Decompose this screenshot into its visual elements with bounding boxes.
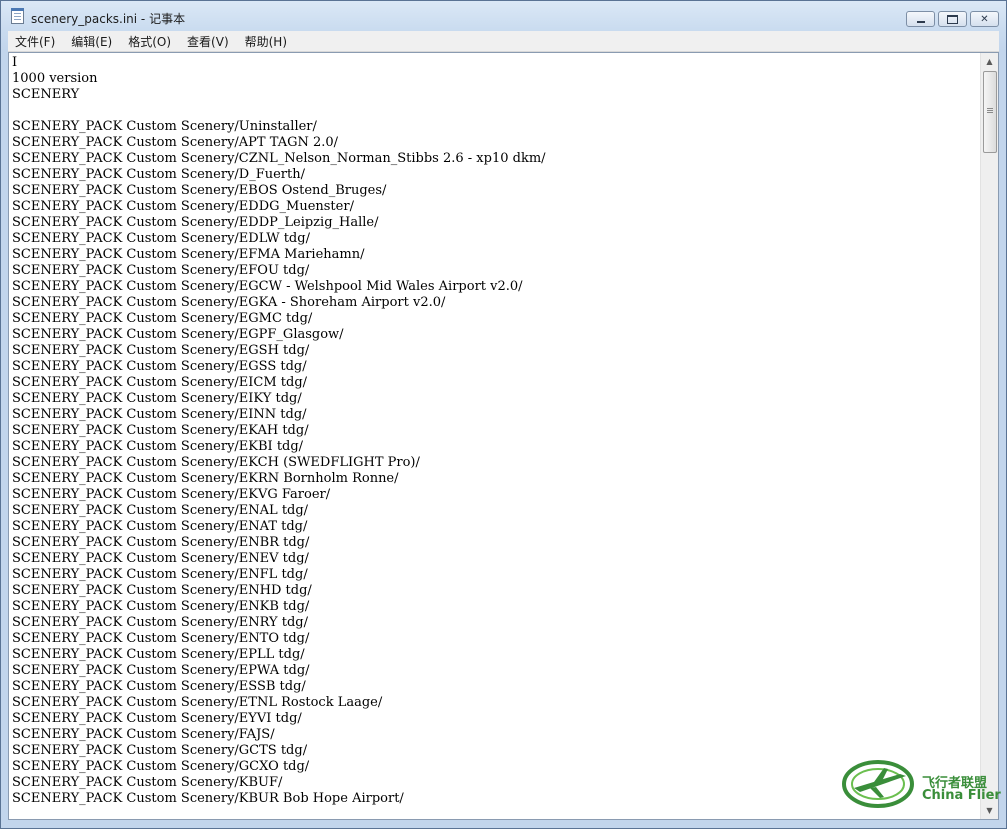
text-line: SCENERY_PACK Custom Scenery/EFOU tdg/ bbox=[12, 263, 310, 278]
scroll-up-arrow-icon[interactable]: ▲ bbox=[981, 53, 998, 70]
minimize-icon bbox=[916, 20, 925, 23]
text-line: SCENERY_PACK Custom Scenery/ESSB tdg/ bbox=[12, 679, 306, 694]
notepad-app-icon[interactable] bbox=[11, 8, 24, 24]
text-line: SCENERY_PACK Custom Scenery/ENKB tdg/ bbox=[12, 599, 310, 614]
text-line: I bbox=[12, 55, 18, 70]
text-line: SCENERY_PACK Custom Scenery/ENEV tdg/ bbox=[12, 551, 309, 566]
text-line: SCENERY_PACK Custom Scenery/EFMA Marieha… bbox=[12, 247, 365, 262]
minimize-button[interactable] bbox=[906, 11, 935, 27]
text-line: 1000 version bbox=[12, 71, 98, 86]
text-line: SCENERY_PACK Custom Scenery/KBUR Bob Hop… bbox=[12, 791, 404, 806]
menu-file[interactable]: 文件(F) bbox=[8, 33, 62, 50]
text-line: SCENERY_PACK Custom Scenery/ENBR tdg/ bbox=[12, 535, 310, 550]
text-line: SCENERY_PACK Custom Scenery/EIKY tdg/ bbox=[12, 391, 302, 406]
china-flier-logo-icon bbox=[842, 760, 914, 808]
text-line: SCENERY_PACK Custom Scenery/EYVI tdg/ bbox=[12, 711, 302, 726]
text-line: SCENERY_PACK Custom Scenery/EKVG Faroer/ bbox=[12, 487, 331, 502]
text-line: SCENERY_PACK Custom Scenery/EGSH tdg/ bbox=[12, 343, 310, 358]
text-line: SCENERY_PACK Custom Scenery/CZNL_Nelson_… bbox=[12, 151, 546, 166]
text-line: SCENERY_PACK Custom Scenery/ENTO tdg/ bbox=[12, 631, 310, 646]
menu-bar: 文件(F) 编辑(E) 格式(O) 查看(V) 帮助(H) bbox=[8, 31, 999, 52]
window-title: scenery_packs.ini - 记事本 bbox=[31, 12, 186, 26]
text-line: SCENERY_PACK Custom Scenery/D_Fuerth/ bbox=[12, 167, 305, 182]
menu-format[interactable]: 格式(O) bbox=[121, 33, 178, 50]
text-line: SCENERY_PACK Custom Scenery/GCXO tdg/ bbox=[12, 759, 310, 774]
text-line: SCENERY_PACK Custom Scenery/Uninstaller/ bbox=[12, 119, 317, 134]
text-line: SCENERY_PACK Custom Scenery/KBUF/ bbox=[12, 775, 283, 790]
text-line bbox=[12, 103, 978, 119]
text-line: SCENERY_PACK Custom Scenery/ENFL tdg/ bbox=[12, 567, 308, 582]
text-editor[interactable]: I 1000 version SCENERY SCENERY_PACK Custom… bbox=[8, 52, 999, 820]
menu-help[interactable]: 帮助(H) bbox=[238, 33, 294, 50]
text-line: SCENERY_PACK Custom Scenery/EDLW tdg/ bbox=[12, 231, 310, 246]
text-line: SCENERY_PACK Custom Scenery/EKAH tdg/ bbox=[12, 423, 309, 438]
text-line: SCENERY_PACK Custom Scenery/APT TAGN 2.0… bbox=[12, 135, 339, 150]
scrollbar-thumb[interactable] bbox=[983, 71, 997, 153]
watermark-text-en: China Flier bbox=[922, 788, 1001, 803]
text-line: SCENERY_PACK Custom Scenery/EKBI tdg/ bbox=[12, 439, 304, 454]
notepad-window: scenery_packs.ini - 记事本 ✕ 文件(F) 编辑(E) 格式… bbox=[0, 0, 1007, 829]
text-line: SCENERY_PACK Custom Scenery/EGPF_Glasgow… bbox=[12, 327, 344, 342]
maximize-icon bbox=[947, 14, 958, 24]
text-line: SCENERY_PACK Custom Scenery/EBOS Ostend_… bbox=[12, 183, 387, 198]
title-bar[interactable]: scenery_packs.ini - 记事本 ✕ bbox=[1, 1, 1006, 31]
text-line: SCENERY_PACK Custom Scenery/EDDG_Muenste… bbox=[12, 199, 354, 214]
text-line: SCENERY_PACK Custom Scenery/EGKA - Shore… bbox=[12, 295, 446, 310]
china-flier-watermark: 飞行者联盟 China Flier bbox=[840, 754, 1005, 810]
maximize-button[interactable] bbox=[938, 11, 967, 27]
text-line: SCENERY_PACK Custom Scenery/EKRN Bornhol… bbox=[12, 471, 399, 486]
text-line: SCENERY_PACK Custom Scenery/ENHD tdg/ bbox=[12, 583, 312, 598]
text-line: SCENERY_PACK Custom Scenery/ETNL Rostock… bbox=[12, 695, 383, 710]
text-content[interactable]: I 1000 version SCENERY SCENERY_PACK Custom… bbox=[12, 55, 978, 817]
vertical-scrollbar[interactable]: ▲ ▼ bbox=[980, 53, 998, 819]
text-line: SCENERY_PACK Custom Scenery/EKCH (SWEDFL… bbox=[12, 455, 420, 470]
menu-view[interactable]: 查看(V) bbox=[180, 33, 236, 50]
text-line: SCENERY_PACK Custom Scenery/ENAT tdg/ bbox=[12, 519, 308, 534]
text-line: SCENERY_PACK Custom Scenery/EICM tdg/ bbox=[12, 375, 308, 390]
text-line: SCENERY_PACK Custom Scenery/EPWA tdg/ bbox=[12, 663, 310, 678]
text-line: SCENERY_PACK Custom Scenery/EINN tdg/ bbox=[12, 407, 307, 422]
caption-buttons: ✕ bbox=[906, 11, 999, 29]
text-line: SCENERY_PACK Custom Scenery/EGMC tdg/ bbox=[12, 311, 313, 326]
close-button[interactable]: ✕ bbox=[970, 11, 999, 27]
close-icon: ✕ bbox=[980, 13, 989, 25]
text-line: SCENERY_PACK Custom Scenery/EPLL tdg/ bbox=[12, 647, 305, 662]
text-line: SCENERY_PACK Custom Scenery/EGSS tdg/ bbox=[12, 359, 307, 374]
text-line: SCENERY bbox=[12, 87, 80, 102]
menu-edit[interactable]: 编辑(E) bbox=[64, 33, 119, 50]
text-line: SCENERY_PACK Custom Scenery/FAJS/ bbox=[12, 727, 275, 742]
text-line: SCENERY_PACK Custom Scenery/EDDP_Leipzig… bbox=[12, 215, 379, 230]
text-line: SCENERY_PACK Custom Scenery/ENRY tdg/ bbox=[12, 615, 309, 630]
text-line: SCENERY_PACK Custom Scenery/ENAL tdg/ bbox=[12, 503, 309, 518]
text-line: SCENERY_PACK Custom Scenery/EGCW - Welsh… bbox=[12, 279, 523, 294]
text-line: SCENERY_PACK Custom Scenery/GCTS tdg/ bbox=[12, 743, 308, 758]
